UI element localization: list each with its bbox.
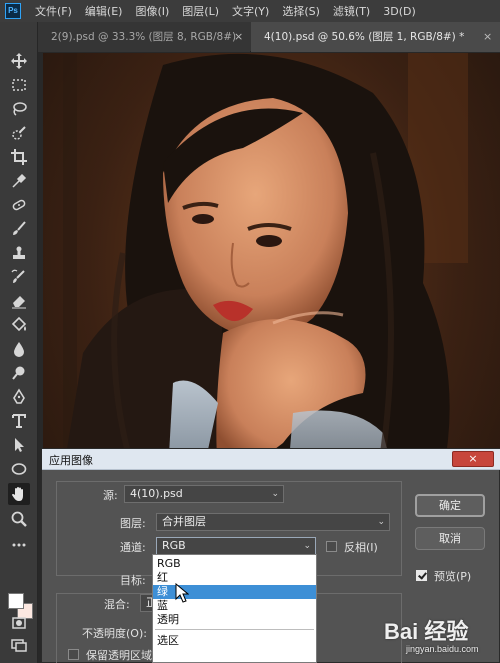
screen-mode-icon[interactable]	[8, 634, 30, 656]
menu-image[interactable]: 图像(I)	[135, 3, 169, 19]
preview-checkbox[interactable]	[416, 570, 427, 581]
ellipse-icon[interactable]	[8, 458, 30, 480]
menu-3d[interactable]: 3D(D)	[383, 5, 416, 18]
invert-label: 反相(I)	[344, 541, 378, 554]
dropdown-separator	[155, 629, 314, 630]
zoom-icon[interactable]	[8, 508, 30, 530]
layer-select-value: 合并图层	[162, 515, 206, 528]
type-icon[interactable]	[8, 410, 30, 432]
tab-document-1[interactable]: 2(9).psd @ 33.3% (图层 8, RGB/8#) ×	[38, 22, 250, 52]
document-tab-bar: 2(9).psd @ 33.3% (图层 8, RGB/8#) × 4(10).…	[38, 22, 500, 52]
preserve-transparency-checkbox[interactable]	[68, 649, 79, 660]
opacity-label: 不透明度(O):	[82, 627, 147, 640]
menu-type[interactable]: 文字(Y)	[232, 3, 269, 19]
quick-mask-icon[interactable]	[8, 612, 30, 634]
pen-icon[interactable]	[8, 386, 30, 408]
chevron-down-icon: ⌄	[377, 517, 385, 527]
photoshop-logo: Ps	[5, 3, 21, 19]
dialog-title: 应用图像	[49, 454, 93, 467]
mouse-cursor-icon	[175, 583, 189, 603]
channel-option-selection[interactable]: 选区	[153, 634, 316, 648]
tab-document-2[interactable]: 4(10).psd @ 50.6% (图层 1, RGB/8#) * ×	[251, 22, 500, 52]
dialog-close-button[interactable]: ×	[452, 451, 494, 467]
path-select-icon[interactable]	[8, 434, 30, 456]
channel-label: 通道:	[120, 541, 146, 554]
menu-bar: Ps 文件(F) 编辑(E) 图像(I) 图层(L) 文字(Y) 选择(S) 滤…	[0, 0, 500, 22]
brush-icon[interactable]	[8, 218, 30, 240]
clone-stamp-icon[interactable]	[8, 242, 30, 264]
foreground-color-swatch[interactable]	[8, 593, 24, 609]
lasso-icon[interactable]	[8, 98, 30, 120]
menu-select[interactable]: 选择(S)	[282, 3, 320, 19]
tab-document-1-label: 2(9).psd @ 33.3% (图层 8, RGB/8#)	[51, 31, 237, 43]
tab-document-2-close-icon[interactable]: ×	[483, 22, 492, 52]
source-select-value: 4(10).psd	[130, 487, 183, 500]
watermark-main: Bai 经验	[384, 619, 469, 644]
menu-edit[interactable]: 编辑(E)	[85, 3, 123, 19]
move-icon[interactable]	[8, 50, 30, 72]
source-select[interactable]: 4(10).psd ⌄	[124, 485, 284, 503]
preview-label: 预览(P)	[434, 570, 472, 583]
paint-bucket-icon[interactable]	[8, 314, 30, 336]
channel-option-rgb[interactable]: RGB	[153, 557, 316, 571]
dodge-icon[interactable]	[8, 362, 30, 384]
blend-label: 混合:	[104, 598, 130, 611]
channel-dropdown-list: RGB 红 绿 蓝 透明 选区	[152, 554, 317, 663]
source-label: 源:	[103, 489, 118, 502]
quick-select-icon[interactable]	[8, 122, 30, 144]
more-tools-icon[interactable]	[8, 534, 30, 556]
chevron-down-icon: ⌄	[303, 541, 311, 551]
crop-icon[interactable]	[8, 146, 30, 168]
hand-icon[interactable]	[8, 483, 30, 505]
healing-brush-icon[interactable]	[8, 194, 30, 216]
layer-select[interactable]: 合并图层 ⌄	[156, 513, 390, 531]
invert-checkbox[interactable]	[326, 541, 337, 552]
target-label: 目标:	[120, 574, 146, 587]
menu-file[interactable]: 文件(F)	[35, 3, 72, 19]
eraser-icon[interactable]	[8, 290, 30, 312]
menu-filter[interactable]: 滤镜(T)	[333, 3, 370, 19]
tab-document-1-close-icon[interactable]: ×	[234, 22, 243, 52]
dialog-titlebar[interactable]: 应用图像 ×	[42, 449, 500, 470]
channel-option-transparency[interactable]: 透明	[153, 613, 316, 627]
channel-select[interactable]: RGB ⌄	[156, 537, 316, 555]
photoshop-window: Ps 文件(F) 编辑(E) 图像(I) 图层(L) 文字(Y) 选择(S) 滤…	[0, 0, 500, 663]
baidu-watermark: Bai 经验 jingyan.baidu.com	[376, 612, 500, 663]
eyedropper-icon[interactable]	[8, 170, 30, 192]
blur-icon[interactable]	[8, 338, 30, 360]
ok-button[interactable]: 确定	[415, 494, 485, 517]
tab-document-2-label: 4(10).psd @ 50.6% (图层 1, RGB/8#) *	[264, 31, 465, 43]
history-brush-icon[interactable]	[8, 266, 30, 288]
tools-panel	[0, 22, 38, 663]
chevron-down-icon: ⌄	[271, 489, 279, 499]
menu-layer[interactable]: 图层(L)	[182, 3, 219, 19]
channel-select-value: RGB	[162, 539, 186, 552]
layer-label: 图层:	[120, 517, 146, 530]
watermark-url: jingyan.baidu.com	[406, 644, 479, 654]
marquee-icon[interactable]	[8, 74, 30, 96]
cancel-button[interactable]: 取消	[415, 527, 485, 550]
